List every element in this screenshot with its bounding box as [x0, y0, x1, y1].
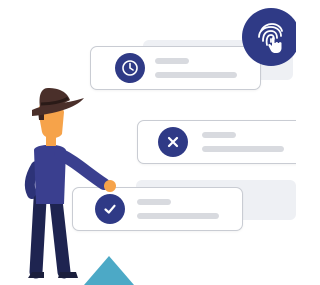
person-illustration: [24, 88, 116, 279]
placeholder-line: [155, 72, 237, 78]
placeholder-line: [137, 199, 171, 205]
placeholder-line: [137, 213, 219, 219]
close-icon: [158, 127, 188, 157]
placeholder-line: [202, 146, 284, 152]
placeholder-line: [202, 132, 236, 138]
fingerprint-touch-icon: [242, 8, 296, 66]
rejected-status-card: [137, 120, 296, 164]
illustration-canvas: [0, 0, 296, 285]
placeholder-line: [155, 58, 189, 64]
